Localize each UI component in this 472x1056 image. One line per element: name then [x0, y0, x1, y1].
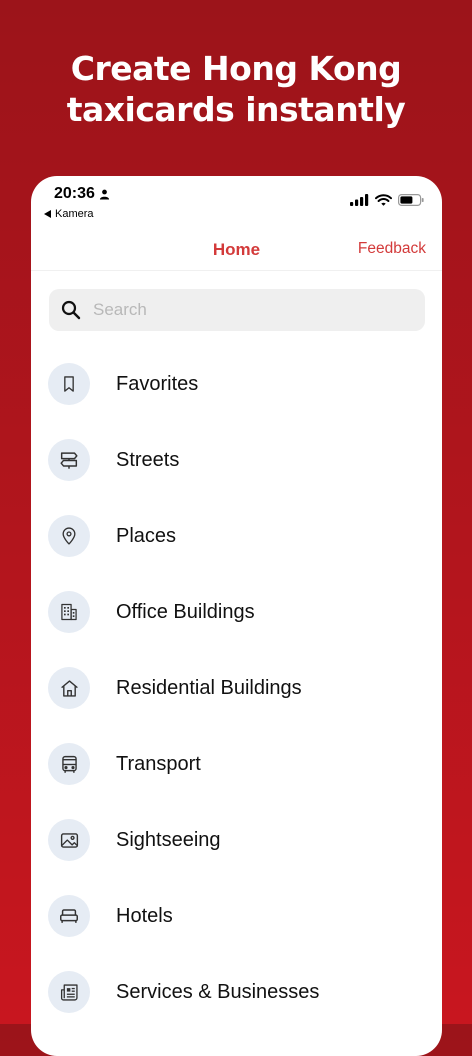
category-item-favorites[interactable]: Favorites: [31, 346, 442, 422]
category-label: Office Buildings: [116, 600, 255, 623]
icon-circle: [48, 363, 90, 405]
category-item-hotels[interactable]: Hotels: [31, 878, 442, 954]
feedback-button[interactable]: Feedback: [358, 240, 426, 258]
category-label: Hotels: [116, 904, 173, 927]
category-item-residential-buildings[interactable]: Residential Buildings: [31, 650, 442, 726]
office-building-icon: [61, 603, 77, 621]
category-label: Streets: [116, 448, 180, 471]
search-input[interactable]: [91, 299, 395, 321]
search-bar[interactable]: [49, 289, 425, 331]
map-pin-icon: [62, 527, 76, 545]
cellular-signal-icon: [350, 194, 369, 206]
back-to-app[interactable]: Kamera: [44, 208, 94, 220]
home-icon: [60, 679, 78, 697]
headline-line-1: Create Hong Kong: [70, 49, 402, 88]
person-icon: [99, 189, 110, 200]
category-item-services-businesses[interactable]: Services & Businesses: [31, 954, 442, 1030]
back-triangle-icon: [44, 210, 51, 218]
image-icon: [60, 832, 78, 848]
category-label: Sightseeing: [116, 828, 221, 851]
signpost-icon: [60, 452, 78, 469]
icon-circle: [48, 743, 90, 785]
category-item-places[interactable]: Places: [31, 498, 442, 574]
category-label: Places: [116, 524, 177, 547]
category-list: Favorites Streets Places Office Building…: [31, 346, 442, 1030]
headline: Create Hong Kong taxicards instantly: [0, 48, 472, 130]
icon-circle: [48, 895, 90, 937]
category-item-sightseeing[interactable]: Sightseeing: [31, 802, 442, 878]
bookmark-icon: [64, 376, 74, 392]
icon-circle: [48, 667, 90, 709]
bed-icon: [60, 909, 78, 923]
icon-circle: [48, 819, 90, 861]
icon-circle: [48, 439, 90, 481]
newspaper-icon: [60, 983, 78, 1001]
phone-screen: 20:36 Kamera Home Feedback Search Favori…: [31, 176, 442, 1056]
headline-line-2: taxicards instantly: [66, 90, 406, 129]
category-label: Services & Businesses: [116, 980, 320, 1003]
status-time: 20:36: [54, 185, 110, 203]
category-item-streets[interactable]: Streets: [31, 422, 442, 498]
back-label: Kamera: [55, 208, 94, 220]
status-time-text: 20:36: [54, 185, 95, 202]
nav-divider: [31, 270, 442, 271]
category-label: Residential Buildings: [116, 676, 302, 699]
wifi-icon: [375, 194, 392, 206]
category-item-office-buildings[interactable]: Office Buildings: [31, 574, 442, 650]
icon-circle: [48, 591, 90, 633]
icon-circle: [48, 971, 90, 1013]
search-icon: [61, 300, 81, 320]
bus-icon: [61, 755, 77, 773]
battery-icon: [398, 194, 424, 206]
category-label: Transport: [116, 752, 201, 775]
status-icons: [350, 194, 424, 206]
category-label: Favorites: [116, 372, 199, 395]
icon-circle: [48, 515, 90, 557]
category-item-transport[interactable]: Transport: [31, 726, 442, 802]
